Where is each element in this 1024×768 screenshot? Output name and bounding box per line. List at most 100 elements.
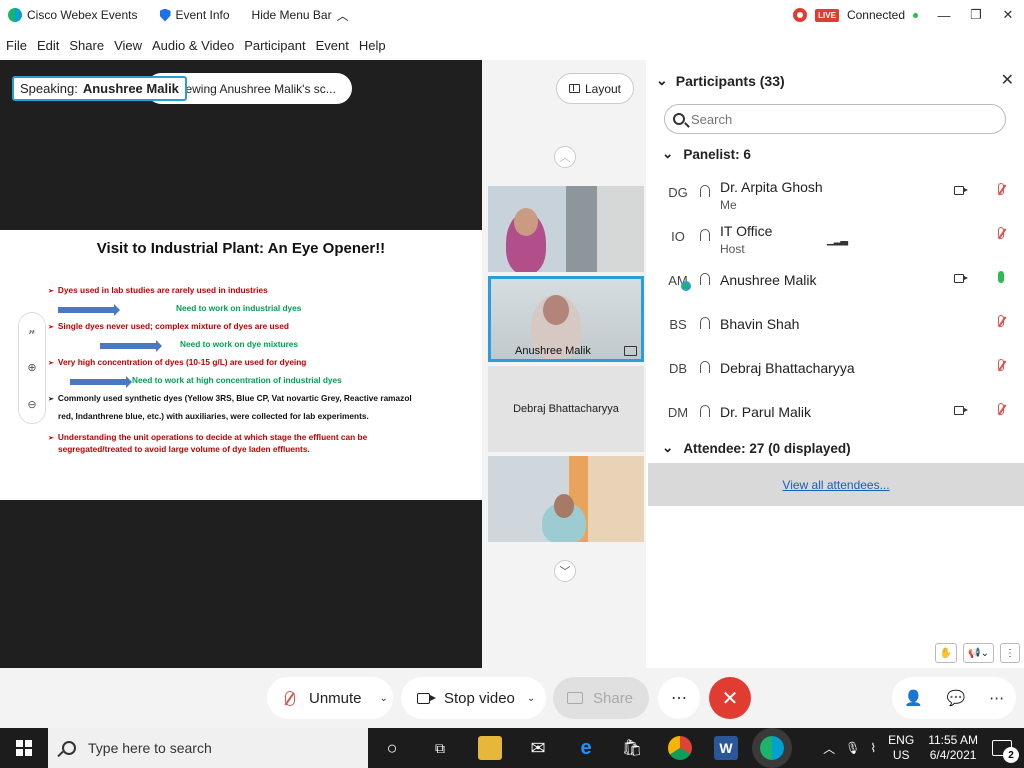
- camera-icon[interactable]: [954, 274, 968, 283]
- headset-icon: [700, 273, 710, 285]
- mic-muted-icon[interactable]: [998, 315, 1004, 327]
- hide-menu-bar-button[interactable]: Hide Menu Bar ︿: [252, 7, 349, 24]
- windows-taskbar: Type here to search ○ ⧉ ✉ e 🛍 W ︿ 🎙 ⌇ EN…: [0, 728, 1024, 768]
- announce-button[interactable]: 📢⌄: [963, 643, 994, 663]
- video-tile[interactable]: [488, 186, 644, 272]
- menu-event[interactable]: Event: [316, 38, 349, 53]
- taskbar-search[interactable]: Type here to search: [48, 728, 368, 768]
- zoom-in-icon[interactable]: ⊕: [27, 361, 36, 374]
- annotation-toolbar: 𝓃 ⊕ ⊖: [18, 312, 46, 424]
- chrome-icon[interactable]: [668, 736, 692, 760]
- chevron-down-icon[interactable]: ⌄: [380, 693, 388, 704]
- avatar: DB: [668, 360, 688, 376]
- slide-bullet: ➢ Commonly used synthetic dyes (Yellow 3R…: [48, 393, 412, 403]
- notification-icon[interactable]: 2: [992, 740, 1019, 763]
- search-icon: [62, 741, 76, 755]
- view-all-attendees-link[interactable]: View all attendees...: [782, 478, 889, 492]
- search-input[interactable]: [691, 111, 991, 127]
- zoom-out-icon[interactable]: ⊖: [27, 398, 36, 411]
- mic-muted-icon: [285, 690, 295, 706]
- annotate-pen-icon[interactable]: 𝓃: [29, 325, 36, 338]
- file-explorer-icon[interactable]: [478, 736, 502, 760]
- mail-icon[interactable]: ✉: [526, 736, 550, 760]
- avatar: DG: [668, 184, 688, 200]
- event-info-button[interactable]: Event Info: [159, 8, 230, 22]
- microphone-icon[interactable]: 🎙: [845, 741, 860, 755]
- cortana-icon[interactable]: ○: [380, 736, 404, 760]
- speaking-label: Speaking:: [20, 81, 78, 96]
- taskbar-search-placeholder: Type here to search: [88, 740, 212, 756]
- participant-face: [554, 494, 574, 518]
- scroll-up-button[interactable]: ︿: [554, 146, 576, 168]
- restore-button[interactable]: ❐: [960, 0, 992, 30]
- edge-icon[interactable]: e: [574, 736, 598, 760]
- clock[interactable]: 11:55 AM 6/4/2021: [928, 733, 978, 763]
- camera-icon[interactable]: [954, 186, 968, 195]
- close-panel-button[interactable]: ✕: [1001, 70, 1014, 90]
- event-info-label: Event Info: [175, 8, 230, 22]
- store-icon[interactable]: 🛍: [620, 736, 644, 760]
- more-icon[interactable]: ⋯: [989, 689, 1004, 707]
- menu-view[interactable]: View: [114, 38, 142, 53]
- participant-row[interactable]: IO IT Office Host ▁▂▃: [646, 214, 1024, 258]
- share-button[interactable]: Share: [553, 677, 649, 719]
- participant-row[interactable]: DM Dr. Parul Malik: [646, 390, 1024, 434]
- participant-name: IT Office: [720, 223, 773, 239]
- leave-meeting-button[interactable]: ✕: [709, 677, 751, 719]
- task-view-icon[interactable]: ⧉: [428, 736, 452, 760]
- minimize-button[interactable]: —: [928, 0, 960, 30]
- layout-button[interactable]: Layout: [556, 73, 634, 104]
- language-indicator[interactable]: ENG US: [888, 733, 914, 763]
- viewing-text: Viewing Anushree Malik's sc...: [175, 81, 336, 96]
- close-window-button[interactable]: ✕: [992, 0, 1024, 30]
- menu-help[interactable]: Help: [359, 38, 386, 53]
- menu-bar: File Edit Share View Audio & Video Parti…: [0, 30, 1024, 60]
- raise-hand-button[interactable]: ✋: [934, 643, 958, 663]
- headset-icon: [700, 185, 710, 197]
- slide-subpoint: Need to work at high concentration of in…: [132, 375, 342, 385]
- participant-row[interactable]: DG Dr. Arpita Ghosh Me: [646, 170, 1024, 214]
- slide-bullet-cont: red, Indanthrene blue, etc.) with auxili…: [58, 411, 369, 421]
- more-options-button[interactable]: ⋯: [658, 677, 700, 719]
- participants-icon[interactable]: 👤: [904, 689, 923, 707]
- mic-muted-icon[interactable]: [998, 403, 1004, 415]
- video-tile[interactable]: [488, 456, 644, 542]
- menu-participant[interactable]: Participant: [244, 38, 305, 53]
- unmute-button[interactable]: Unmute ⌄: [267, 677, 393, 719]
- video-tile-active-speaker[interactable]: Anushree Malik: [488, 276, 644, 362]
- participant-role: Host: [720, 242, 745, 256]
- connection-status: Connected: [846, 8, 905, 22]
- mic-muted-icon[interactable]: [998, 183, 1004, 195]
- stop-video-button[interactable]: Stop video ⌄: [401, 677, 546, 719]
- menu-audio-video[interactable]: Audio & Video: [152, 38, 234, 53]
- scroll-down-button[interactable]: ﹀: [554, 560, 576, 582]
- mic-active-icon[interactable]: [998, 271, 1004, 283]
- video-tile[interactable]: Debraj Bhattacharyya: [488, 366, 644, 452]
- notification-count: 2: [1003, 747, 1019, 763]
- mic-muted-icon[interactable]: [998, 227, 1004, 239]
- avatar: AM: [668, 272, 688, 288]
- chevron-down-icon[interactable]: ⌄: [527, 693, 535, 704]
- menu-share[interactable]: Share: [69, 38, 104, 53]
- webex-taskbar-icon[interactable]: [760, 736, 784, 760]
- lang-primary: ENG: [888, 733, 915, 747]
- participant-row[interactable]: BS Bhavin Shah: [646, 302, 1024, 346]
- attendee-section-header[interactable]: ⌄ Attendee: 27 (0 displayed): [662, 440, 851, 456]
- network-icon[interactable]: ⌇: [870, 741, 876, 755]
- word-icon[interactable]: W: [714, 736, 738, 760]
- start-button[interactable]: [0, 728, 48, 768]
- menu-edit[interactable]: Edit: [37, 38, 59, 53]
- chevron-down-icon: ⌄: [656, 72, 668, 88]
- panelist-section-header[interactable]: ⌄ Panelist: 6: [662, 146, 751, 162]
- participant-row[interactable]: AM Anushree Malik: [646, 258, 1024, 302]
- participant-row[interactable]: DB Debraj Bhattacharyya: [646, 346, 1024, 390]
- participants-header[interactable]: ⌄ Participants (33): [656, 72, 785, 89]
- camera-icon[interactable]: [954, 406, 968, 415]
- chat-icon[interactable]: 💬: [947, 689, 966, 707]
- app-name: Cisco Webex Events: [27, 8, 138, 22]
- menu-file[interactable]: File: [6, 38, 27, 53]
- avatar: IO: [671, 228, 685, 244]
- more-panel-options-button[interactable]: ⋮: [1000, 643, 1020, 663]
- mic-muted-icon[interactable]: [998, 359, 1004, 371]
- chevron-up-icon[interactable]: ︿: [823, 740, 835, 757]
